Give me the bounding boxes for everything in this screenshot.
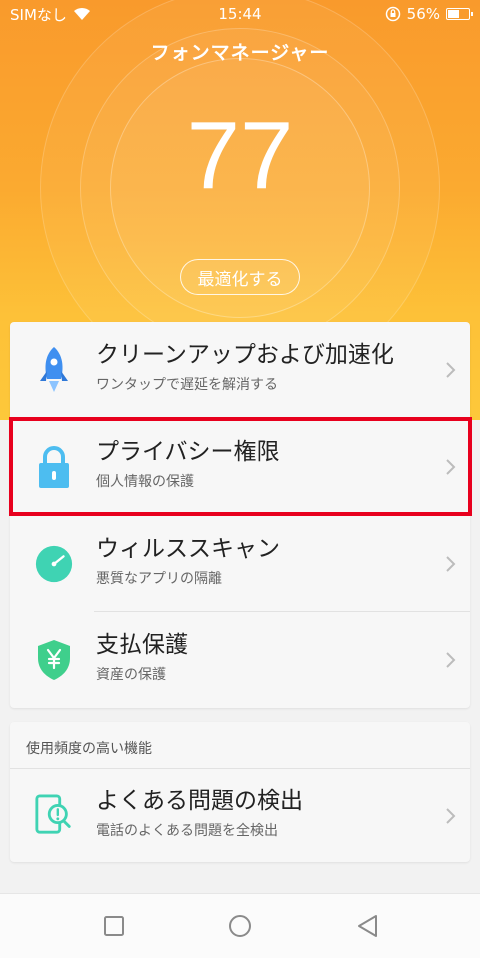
phone-diagnose-icon: [34, 791, 74, 839]
clock: 15:44: [218, 5, 262, 23]
feature-item-virus-scan[interactable]: ウィルススキャン 悪質なアプリの隔離: [10, 516, 470, 612]
chevron-right-icon: [446, 808, 456, 824]
feature-item-privacy[interactable]: プライバシー権限 個人情報の保護: [10, 419, 470, 515]
home-button[interactable]: [228, 914, 252, 938]
optimize-button[interactable]: 最適化する: [180, 259, 300, 295]
section-header: 使用頻度の高い機能: [26, 741, 152, 757]
feature-subtitle: 資産の保護: [96, 667, 166, 683]
scan-clock-icon: [34, 540, 74, 588]
battery-icon: [446, 8, 473, 20]
chevron-right-icon: [446, 652, 456, 668]
feature-title: 支払保護: [96, 632, 188, 658]
feature-subtitle: 悪質なアプリの隔離: [96, 571, 222, 587]
feature-card: クリーンアップおよび加速化 ワンタップで遅延を解消する プライバシー権限 個人情…: [10, 322, 470, 708]
feature-item-cleanup[interactable]: クリーンアップおよび加速化 ワンタップで遅延を解消する: [10, 322, 470, 418]
navigation-bar: [0, 893, 480, 958]
recent-apps-button[interactable]: [102, 914, 126, 938]
feature-title: ウィルススキャン: [96, 536, 280, 562]
feature-subtitle: 個人情報の保護: [96, 474, 194, 490]
rocket-icon: [34, 346, 74, 394]
feature-title: よくある問題の検出: [96, 788, 303, 814]
feature-title: クリーンアップおよび加速化: [96, 342, 394, 368]
chevron-right-icon: [446, 362, 456, 378]
lock-icon: [34, 443, 74, 491]
battery-fill: [448, 10, 459, 18]
yen-shield-icon: [34, 636, 74, 684]
status-bar: SIMなし 15:44 56%: [0, 0, 480, 28]
frequent-functions-card: 使用頻度の高い機能 よくある問題の検出 電話のよくある問題を全検出: [10, 722, 470, 862]
feature-title: プライバシー権限: [96, 439, 280, 465]
page-title: フォンマネージャー: [150, 42, 330, 64]
back-button[interactable]: [356, 914, 380, 938]
feature-item-problem-detection[interactable]: よくある問題の検出 電話のよくある問題を全検出: [10, 768, 470, 862]
feature-item-payment-protection[interactable]: 支払保護 資産の保護: [10, 612, 470, 708]
health-score: 77: [186, 102, 294, 209]
chevron-right-icon: [446, 556, 456, 572]
chevron-right-icon: [446, 459, 456, 475]
feature-subtitle: 電話のよくある問題を全検出: [96, 823, 278, 839]
feature-subtitle: ワンタップで遅延を解消する: [96, 377, 278, 393]
